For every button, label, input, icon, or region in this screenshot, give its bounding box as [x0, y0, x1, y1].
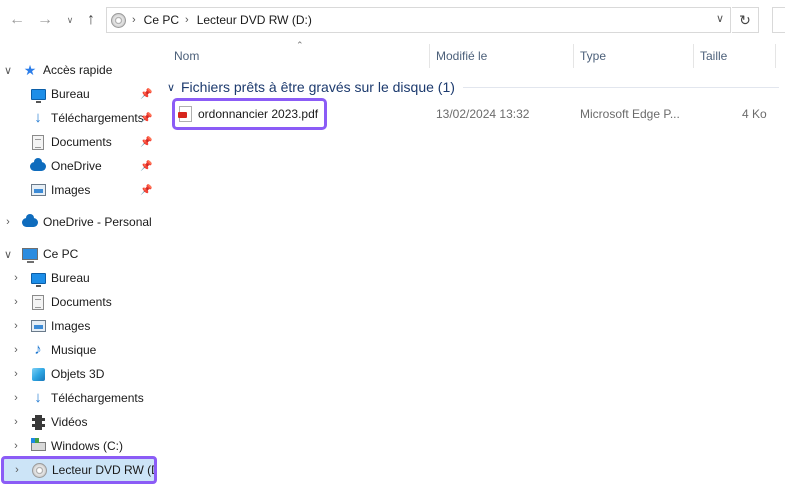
chevron-right-icon[interactable]: ›	[10, 296, 22, 308]
pin-icon: 📌	[140, 184, 153, 196]
sidebar-item-pc-documents[interactable]: › Documents	[0, 290, 158, 314]
images-icon	[30, 182, 46, 198]
sidebar-item-label: Images	[51, 183, 91, 197]
sidebar-item-label: Documents	[51, 295, 112, 309]
sidebar-item-pc-windows-c[interactable]: › Windows (C:)	[0, 434, 158, 458]
download-icon: ↓	[34, 389, 42, 406]
sidebar-item-label: Images	[51, 319, 91, 333]
chevron-right-icon[interactable]: ›	[10, 320, 22, 332]
dvd-drive-icon	[31, 462, 47, 478]
sidebar-item-pc-objets-3d[interactable]: › Objets 3D	[0, 362, 158, 386]
sidebar-item-pc-videos[interactable]: › Vidéos	[0, 410, 158, 434]
recent-locations-chevron-icon[interactable]: ∨	[62, 8, 78, 32]
sidebar-item-quick-onedrive[interactable]: OneDrive 📌	[0, 154, 158, 178]
breadcrumb-this-pc[interactable]: Ce PC	[144, 13, 179, 27]
sidebar-item-this-pc[interactable]: ∨ Ce PC	[0, 242, 158, 266]
navigation-bar: ← → ∨ ↑ › Ce PC › Lecteur DVD RW (D:) ∨ …	[0, 0, 785, 40]
chevron-down-icon[interactable]: ∨	[164, 81, 178, 94]
sidebar-item-onedrive-personal[interactable]: › OneDrive - Personal	[0, 210, 158, 234]
address-bar[interactable]: › Ce PC › Lecteur DVD RW (D:) ∨	[106, 7, 731, 33]
videos-icon	[30, 414, 46, 430]
desktop-icon	[30, 86, 46, 103]
pdf-file-icon	[178, 106, 192, 122]
sidebar-item-label: Documents	[51, 135, 112, 149]
file-modified: 13/02/2024 13:32	[436, 107, 530, 121]
chevron-right-icon[interactable]: ›	[10, 272, 22, 284]
download-icon: ↓	[34, 109, 42, 126]
search-input[interactable]	[772, 7, 785, 33]
sidebar-item-pc-telechargements[interactable]: › ↓ Téléchargements	[0, 386, 158, 410]
breadcrumb-dvd-drive[interactable]: Lecteur DVD RW (D:)	[197, 13, 312, 27]
file-list-pane: ⌃ Nom Modifié le Type Taille ∨ Fichiers …	[162, 40, 785, 486]
onedrive-icon	[22, 213, 38, 230]
pin-icon: 📌	[140, 160, 153, 172]
desktop-icon	[30, 270, 46, 287]
group-header[interactable]: ∨ Fichiers prêts à être gravés sur le di…	[164, 77, 779, 97]
sidebar-item-pc-bureau[interactable]: › Bureau	[0, 266, 158, 290]
file-type: Microsoft Edge P...	[580, 107, 680, 121]
dvd-drive-icon	[111, 12, 126, 28]
pin-icon: 📌	[140, 136, 153, 148]
chevron-down-icon[interactable]: ∨	[2, 248, 14, 261]
sidebar-item-quick-bureau[interactable]: Bureau 📌	[0, 82, 158, 106]
column-header-name[interactable]: Nom	[174, 44, 430, 68]
sidebar-item-pc-images[interactable]: › Images	[0, 314, 158, 338]
sidebar-item-label: OneDrive - Personal	[43, 215, 152, 229]
breadcrumb-separator-icon[interactable]: ›	[185, 14, 189, 26]
up-arrow-icon[interactable]: ↑	[80, 8, 102, 32]
documents-icon	[30, 294, 46, 310]
computer-icon	[22, 246, 38, 263]
sidebar-item-pc-musique[interactable]: › ♪ Musique	[0, 338, 158, 362]
column-header-modified[interactable]: Modifié le	[432, 44, 574, 68]
chevron-right-icon[interactable]: ›	[10, 392, 22, 404]
chevron-right-icon[interactable]: ›	[11, 464, 23, 476]
sidebar-item-quick-documents[interactable]: Documents 📌	[0, 130, 158, 154]
chevron-right-icon[interactable]: ›	[10, 440, 22, 452]
file-name: ordonnancier 2023.pdf	[198, 107, 319, 121]
breadcrumb-separator-icon[interactable]: ›	[132, 14, 136, 26]
address-dropdown-chevron-icon[interactable]: ∨	[716, 12, 724, 25]
sidebar-item-label: Bureau	[51, 87, 90, 101]
sidebar-item-quick-access[interactable]: ∨ ★ Accès rapide	[0, 58, 158, 82]
pin-icon: 📌	[140, 112, 153, 124]
sidebar-item-label: Musique	[51, 343, 97, 357]
chevron-right-icon[interactable]: ›	[2, 216, 14, 228]
sidebar-item-label: Bureau	[51, 271, 90, 285]
refresh-icon[interactable]: ↻	[732, 7, 759, 33]
chevron-right-icon[interactable]: ›	[10, 368, 22, 380]
group-divider	[462, 86, 779, 88]
file-name-cell[interactable]: ordonnancier 2023.pdf	[172, 98, 328, 130]
column-header-type[interactable]: Type	[576, 44, 694, 68]
music-icon: ♪	[34, 341, 42, 358]
sidebar-item-label: Objets 3D	[51, 367, 105, 381]
3d-objects-icon	[30, 366, 46, 382]
images-icon	[30, 318, 46, 334]
sidebar-item-label: Accès rapide	[43, 63, 113, 77]
chevron-down-icon[interactable]: ∨	[2, 64, 14, 77]
column-header-size[interactable]: Taille	[696, 44, 776, 68]
sidebar-item-label: Téléchargements	[51, 111, 144, 125]
chevron-right-icon[interactable]: ›	[10, 416, 22, 428]
onedrive-icon	[30, 157, 46, 174]
chevron-right-icon[interactable]: ›	[10, 344, 22, 356]
star-icon: ★	[23, 62, 37, 78]
file-size: 4 Ko	[742, 107, 767, 121]
documents-icon	[30, 134, 46, 150]
sidebar-item-label: OneDrive	[51, 159, 102, 173]
drive-icon	[30, 437, 46, 454]
back-arrow-icon[interactable]: ←	[6, 8, 28, 32]
navigation-pane: ∨ ★ Accès rapide Bureau 📌 ↓ Téléchargeme…	[0, 40, 160, 486]
sidebar-item-pc-dvd-drive[interactable]: › Lecteur DVD RW (D:)	[1, 456, 157, 484]
forward-arrow-icon[interactable]: →	[34, 8, 56, 32]
sidebar-item-quick-telechargements[interactable]: ↓ Téléchargements 📌	[0, 106, 158, 130]
table-row[interactable]: ordonnancier 2023.pdf 13/02/2024 13:32 M…	[162, 98, 782, 130]
sidebar-item-label: Windows (C:)	[51, 439, 124, 453]
pin-icon: 📌	[140, 88, 153, 100]
sidebar-item-label: Téléchargements	[51, 391, 144, 405]
sidebar-item-quick-images[interactable]: Images 📌	[0, 178, 158, 202]
sidebar-item-label: Vidéos	[51, 415, 88, 429]
group-title: Fichiers prêts à être gravés sur le disq…	[181, 79, 455, 95]
sidebar-item-label: Lecteur DVD RW (D:)	[52, 463, 157, 477]
sidebar-item-label: Ce PC	[43, 247, 79, 261]
